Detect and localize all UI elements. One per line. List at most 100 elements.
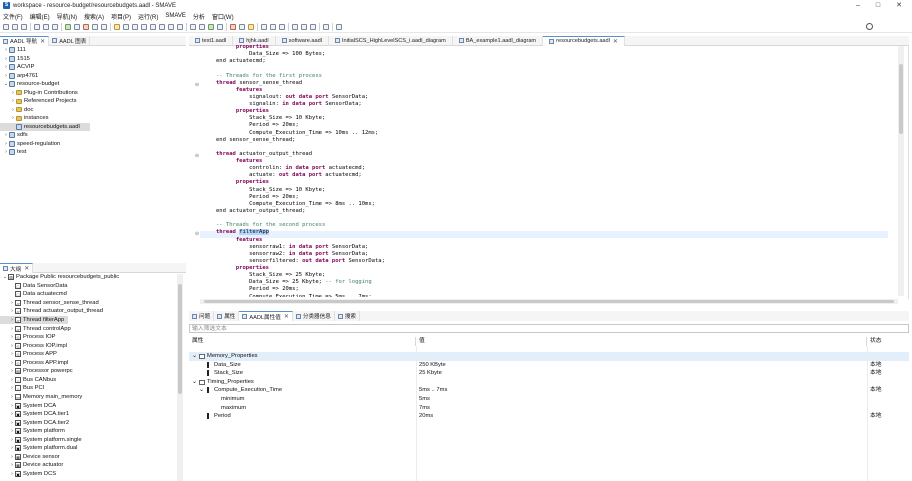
editor-vscrollbar[interactable] <box>898 46 904 296</box>
outline-item[interactable]: › ▦ Device actuator <box>0 461 63 470</box>
close-icon[interactable]: ✕ <box>284 313 289 320</box>
navigator-item[interactable]: › 1515 <box>0 55 30 64</box>
navigator-item[interactable]: › arp4761 <box>0 72 38 81</box>
toolbar-button-icon[interactable] <box>270 23 276 30</box>
toolbar-button-icon[interactable] <box>159 23 165 30</box>
outline-item[interactable]: › ▤ Processor powerpc <box>0 367 73 376</box>
outline-scrollbar-thumb[interactable] <box>178 284 182 394</box>
close-button[interactable]: ✕ <box>893 0 905 11</box>
toolbar-button-icon[interactable] <box>34 23 40 30</box>
navigator-item[interactable]: ⌄ resource-budget <box>0 80 59 89</box>
search-icon[interactable] <box>866 23 873 30</box>
tab-bottom-3[interactable]: 分类器信息 <box>293 311 335 321</box>
toolbar-button-icon[interactable] <box>230 23 236 30</box>
toolbar-button-icon[interactable] <box>261 23 267 30</box>
menu-item-4[interactable]: 项目(P) <box>111 12 131 21</box>
outline-item[interactable]: › ▦ Device sensor <box>0 453 60 462</box>
navigator-item[interactable]: › ACVIP <box>0 63 34 72</box>
editor-vscrollbar-thumb[interactable] <box>899 64 903 134</box>
toolbar-button-icon[interactable] <box>199 23 205 30</box>
outline-item[interactable]: › ▱ Thread sensor_sense_thread <box>0 299 99 308</box>
toolbar-button-icon[interactable] <box>177 23 183 30</box>
toolbar-button-icon[interactable] <box>92 23 98 30</box>
outline-item[interactable]: □ Data actuatecmd <box>0 290 67 299</box>
maximize-button[interactable]: □ <box>872 0 884 11</box>
close-icon[interactable]: ✕ <box>24 265 29 272</box>
table-row[interactable]: Stack_Size 25 Kbyte 本地 <box>189 369 909 378</box>
close-icon[interactable]: ✕ <box>40 38 45 45</box>
toolbar-button-icon[interactable] <box>292 23 298 30</box>
outline-item[interactable]: › ▣ System DCA.tier1 <box>0 410 69 419</box>
toolbar-button-icon[interactable] <box>43 23 49 30</box>
navigator-item[interactable]: › sdfs <box>0 131 28 140</box>
outline-item[interactable]: › ▣ System DCA.tier2 <box>0 418 69 427</box>
table-row[interactable]: Data_Size 250 KByte 本地 <box>189 361 909 370</box>
column-header-value[interactable]: 值 <box>416 337 867 346</box>
toolbar-button-icon[interactable] <box>83 23 89 30</box>
menu-item-2[interactable]: 导航(N) <box>57 12 77 21</box>
tab-bottom-4[interactable]: 搜索 <box>335 311 361 321</box>
menu-item-3[interactable]: 搜索(A) <box>84 12 104 21</box>
table-row[interactable]: Period 20ms 本地 <box>189 412 909 421</box>
chevron-down-icon[interactable]: ⌄ <box>192 352 197 361</box>
toolbar-button-icon[interactable] <box>12 23 18 30</box>
tab-outline[interactable]: 大纲 ✕ <box>0 263 34 273</box>
toolbar-button-icon[interactable] <box>114 23 120 30</box>
navigator-item[interactable]: › Referenced Projects <box>0 97 76 106</box>
outline-item[interactable]: › ⇔ Bus PCI <box>0 384 44 393</box>
chevron-down-icon[interactable]: ⌄ <box>192 378 197 387</box>
outline-item[interactable]: › ▣ System platform.dual <box>0 444 77 453</box>
menu-item-6[interactable]: SMAVE <box>165 13 186 19</box>
editor-hscrollbar[interactable] <box>200 299 898 304</box>
fold-icon[interactable]: ⊖ <box>194 231 200 237</box>
toolbar-button-icon[interactable] <box>208 23 214 30</box>
outline-item[interactable]: › ▱ Thread actuator_output_thread <box>0 307 103 316</box>
toolbar-button-icon[interactable] <box>310 23 316 30</box>
toolbar-button-icon[interactable] <box>217 23 223 30</box>
menu-item-8[interactable]: 窗口(W) <box>212 12 234 21</box>
navigator-item[interactable]: › instances <box>0 114 48 123</box>
toolbar-button-icon[interactable] <box>279 23 285 30</box>
table-row[interactable]: ⌄ Memory_Properties <box>189 352 909 361</box>
outline-item[interactable]: › ◇ Process IOP.impl <box>0 341 67 350</box>
chevron-down-icon[interactable]: ⌄ <box>199 386 204 395</box>
toolbar-button-icon[interactable] <box>168 23 174 30</box>
outline-item[interactable]: ⌄ ⊞ Package Public resourcebudgets_public <box>0 273 119 282</box>
navigator-item[interactable]: › Plug-in Contributions <box>0 89 78 98</box>
outline-item[interactable]: › ▣ System platform.single <box>0 435 82 444</box>
table-row[interactable]: minimum 5ms <box>189 395 909 404</box>
menu-item-5[interactable]: 运行(R) <box>138 12 158 21</box>
editor-hscrollbar-thumb[interactable] <box>204 300 894 303</box>
outline-item[interactable]: › ▭ Memory main_memory <box>0 393 82 402</box>
toolbar-button-icon[interactable] <box>239 23 245 30</box>
tab-bottom-0[interactable]: 问题 <box>189 311 215 321</box>
outline-item[interactable]: › ▱ Thread controlApp <box>0 324 71 333</box>
toolbar-button-icon[interactable] <box>248 23 254 30</box>
outline-item[interactable]: › ◇ Process APP.impl <box>0 359 68 368</box>
table-row[interactable]: maximum 7ms <box>189 404 909 413</box>
outline-item[interactable]: › ▣ System DCA <box>0 401 56 410</box>
toolbar-button-icon[interactable] <box>52 23 58 30</box>
tab-left-1[interactable]: AADL 图表 <box>49 35 91 46</box>
column-header-property[interactable]: 属性 <box>189 337 416 346</box>
navigator-item[interactable]: › 111 <box>0 46 26 55</box>
toolbar-button-icon[interactable] <box>123 23 129 30</box>
toolbar-button-icon[interactable] <box>3 23 9 30</box>
table-row[interactable]: ⌄ Timing_Properties <box>189 378 909 387</box>
outline-item[interactable]: › ◇ Process APP <box>0 350 57 359</box>
table-row[interactable]: ⌄ Compute_Execution_Time 5ms .. 7ms 本地 <box>189 386 909 395</box>
minimize-button[interactable]: – <box>852 0 864 11</box>
filter-input[interactable]: 输入筛选文本 <box>189 324 909 333</box>
toolbar-button-icon[interactable] <box>301 23 307 30</box>
fold-icon[interactable]: ⊖ <box>194 153 200 159</box>
toolbar-button-icon[interactable] <box>74 23 80 30</box>
outline-item[interactable]: › ◇ Process IOP <box>0 333 56 342</box>
outline-item[interactable]: □ Data SensorData <box>0 282 67 291</box>
tab-bottom-1[interactable]: 属性 <box>214 311 240 321</box>
code-editor[interactable]: properties Data_Size => 100 Bytes; end ac… <box>200 44 888 297</box>
outline-item[interactable]: › ⇔ Bus CANbus <box>0 376 56 385</box>
toolbar-button-icon[interactable] <box>141 23 147 30</box>
menu-item-1[interactable]: 编辑(E) <box>30 12 50 21</box>
toolbar-button-icon[interactable] <box>132 23 138 30</box>
outline-item[interactable]: › ▱ Thread filterApp <box>0 315 68 325</box>
